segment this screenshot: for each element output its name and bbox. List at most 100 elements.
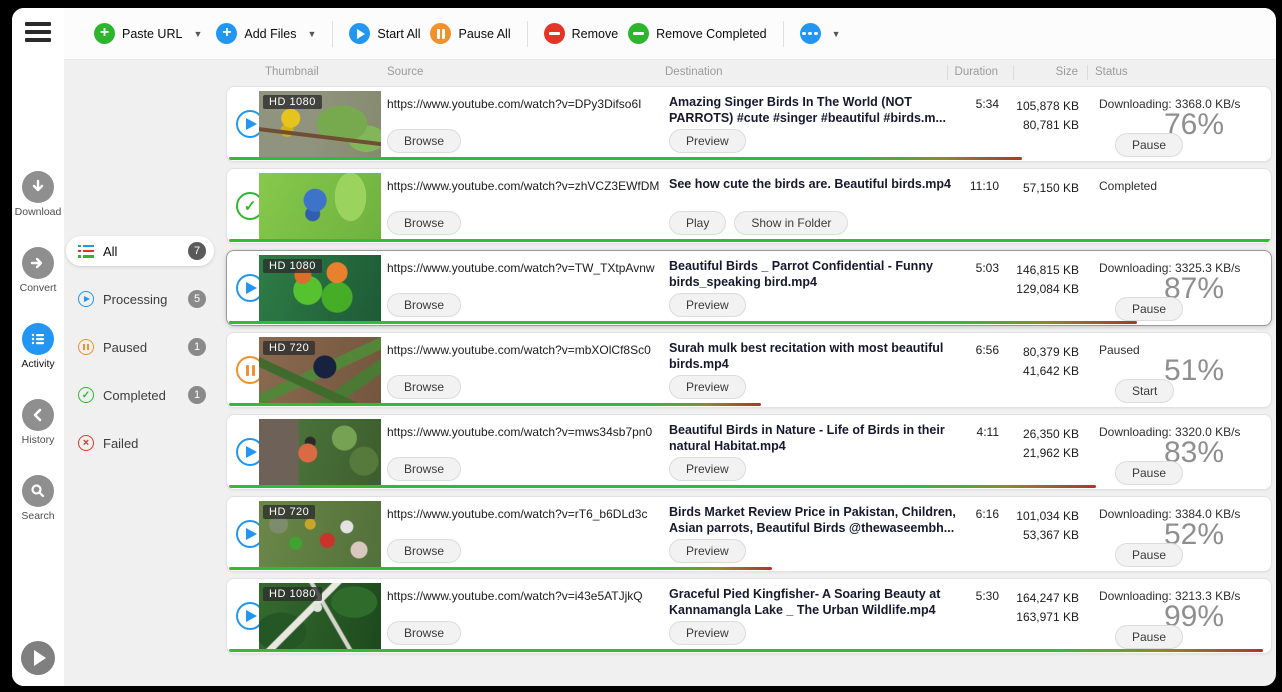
chevron-down-icon[interactable]: ▼ (193, 29, 202, 39)
show-in-folder-button[interactable]: Show in Folder (734, 211, 848, 235)
preview-button[interactable]: Preview (669, 129, 746, 153)
preview-button[interactable]: Preview (669, 457, 746, 481)
paste-url-label: Paste URL (122, 27, 182, 41)
status-cell: Completed (1099, 169, 1269, 243)
mini-player-button[interactable] (21, 641, 55, 675)
pause-button[interactable]: Pause (1115, 133, 1183, 157)
play-icon (78, 291, 94, 307)
hd-badge: HD 1080 (263, 95, 322, 109)
history-icon (22, 399, 54, 431)
download-row-selected[interactable]: HD 1080 https://www.youtube.com/watch?v=… (226, 250, 1272, 326)
toolbar: + Paste URL ▼ + Add Files ▼ Start All Pa… (64, 8, 1276, 60)
download-row[interactable]: HD 1080 https://www.youtube.com/watch?v=… (226, 578, 1272, 654)
video-thumbnail[interactable]: HD 720 (259, 501, 381, 569)
video-thumbnail[interactable]: HD 720 (259, 337, 381, 405)
minus-icon (544, 23, 565, 44)
search-icon (22, 475, 54, 507)
download-row[interactable]: HD 1080 https://www.youtube.com/watch?v=… (226, 86, 1272, 162)
browse-button[interactable]: Browse (387, 457, 461, 481)
sidebar-item-label: Activity (12, 358, 64, 370)
play-button[interactable]: Play (669, 211, 726, 235)
progress-bar (229, 485, 1096, 488)
remove-completed-button[interactable]: Remove Completed (628, 23, 766, 44)
preview-button[interactable]: Preview (669, 539, 746, 563)
filter-count-badge: 5 (188, 290, 206, 308)
browse-button[interactable]: Browse (387, 621, 461, 645)
download-row[interactable]: https://www.youtube.com/watch?v=mws34sb7… (226, 414, 1272, 490)
sidebar-item-convert[interactable]: Convert (12, 247, 64, 294)
column-header-destination: Destination (665, 66, 723, 78)
add-files-label: Add Files (244, 27, 296, 41)
preview-button[interactable]: Preview (669, 293, 746, 317)
preview-button[interactable]: Preview (669, 621, 746, 645)
column-divider (1087, 65, 1088, 80)
download-row[interactable]: ✓ https://www.youtube.com/watch?v=zhVCZ3… (226, 168, 1272, 244)
pause-button[interactable]: Pause (1115, 297, 1183, 321)
source-url: https://www.youtube.com/watch?v=zhVCZ3EW… (387, 179, 659, 193)
pause-all-button[interactable]: Pause All (430, 23, 510, 44)
filter-failed[interactable]: × Failed (66, 428, 214, 458)
filter-completed[interactable]: ✓ Completed 1 (66, 380, 214, 410)
browse-button[interactable]: Browse (387, 293, 461, 317)
column-divider (1013, 65, 1014, 80)
duration-value: 5:34 (927, 97, 999, 111)
destination-title: Amazing Singer Birds In The World (NOT P… (669, 94, 961, 127)
download-row[interactable]: HD 720 https://www.youtube.com/watch?v=r… (226, 496, 1272, 572)
sidebar-item-label: Download (12, 206, 64, 218)
convert-icon (22, 247, 54, 279)
chevron-down-icon[interactable]: ▼ (307, 29, 316, 39)
source-url: https://www.youtube.com/watch?v=mbXOlCf8… (387, 343, 659, 357)
sidebar-item-history[interactable]: History (12, 399, 64, 446)
video-thumbnail[interactable] (259, 419, 381, 487)
filter-count-badge: 7 (188, 242, 206, 260)
preview-button[interactable]: Preview (669, 375, 746, 399)
column-header-source: Source (387, 66, 423, 78)
pause-button[interactable]: Pause (1115, 543, 1183, 567)
video-thumbnail[interactable]: HD 1080 (259, 255, 381, 323)
duration-value: 11:10 (927, 179, 999, 193)
remove-button[interactable]: Remove (544, 23, 619, 44)
filter-paused[interactable]: Paused 1 (66, 332, 214, 362)
pause-icon (78, 339, 94, 355)
progress-bar (229, 649, 1263, 652)
filter-processing[interactable]: Processing 5 (66, 284, 214, 314)
size-value: 164,247 KB163,971 KB (991, 589, 1079, 626)
download-row[interactable]: HD 720 https://www.youtube.com/watch?v=m… (226, 332, 1272, 408)
browse-button[interactable]: Browse (387, 375, 461, 399)
pause-button[interactable]: Pause (1115, 461, 1183, 485)
status-text: Completed (1099, 179, 1157, 193)
browse-button[interactable]: Browse (387, 539, 461, 563)
start-button[interactable]: Start (1115, 379, 1174, 403)
filter-all[interactable]: All 7 (66, 236, 214, 266)
app-window: Download Convert Activity History (12, 8, 1276, 686)
add-files-button[interactable]: + Add Files ▼ (216, 23, 316, 44)
video-thumbnail[interactable] (259, 173, 381, 241)
source-url: https://www.youtube.com/watch?v=DPy3Difs… (387, 97, 659, 111)
status-cell: Downloading: 3384.0 KB/s 52% Pause (1099, 497, 1269, 571)
toolbar-divider (527, 21, 528, 47)
remove-completed-label: Remove Completed (656, 27, 766, 41)
filter-label: Failed (103, 436, 206, 451)
duration-value: 4:11 (927, 425, 999, 439)
hamburger-menu-icon[interactable] (25, 22, 51, 42)
pause-button[interactable]: Pause (1115, 625, 1183, 649)
video-thumbnail[interactable]: HD 1080 (259, 583, 381, 651)
video-thumbnail[interactable]: HD 1080 (259, 91, 381, 159)
destination-title: See how cute the birds are. Beautiful bi… (669, 176, 961, 192)
browse-button[interactable]: Browse (387, 129, 461, 153)
browse-button[interactable]: Browse (387, 211, 461, 235)
paste-url-button[interactable]: + Paste URL ▼ (94, 23, 202, 44)
sidebar-item-search[interactable]: Search (12, 475, 64, 522)
start-all-button[interactable]: Start All (349, 23, 420, 44)
hd-badge: HD 720 (263, 505, 315, 519)
size-value: 26,350 KB21,962 KB (991, 425, 1079, 462)
sidebar-item-download[interactable]: Download (12, 171, 64, 218)
sidebar-item-activity[interactable]: Activity (12, 323, 64, 370)
more-options-button[interactable]: ▼ (800, 23, 841, 44)
hd-badge: HD 720 (263, 341, 315, 355)
filter-label: Completed (103, 388, 188, 403)
column-header-status: Status (1095, 66, 1128, 78)
status-cell: Downloading: 3325.3 KB/s 87% Pause (1099, 251, 1269, 325)
chevron-down-icon[interactable]: ▼ (832, 29, 841, 39)
plus-icon: + (94, 23, 115, 44)
